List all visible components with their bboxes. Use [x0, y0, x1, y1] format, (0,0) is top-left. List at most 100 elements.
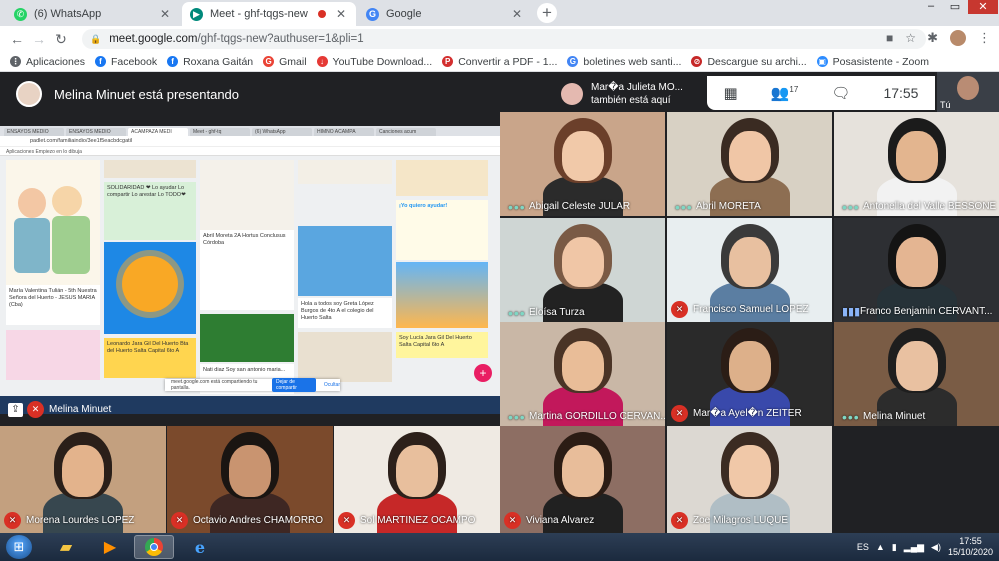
extensions-icon[interactable]: ✱ [927, 30, 938, 46]
padlet-card [6, 330, 100, 380]
tab-google[interactable]: G Google ✕ [358, 2, 532, 26]
forward-icon[interactable]: → [28, 31, 50, 47]
system-clock[interactable]: 17:55 15/10/2020 [948, 536, 993, 558]
participant-tile[interactable]: ••• Martina GORDILLO CERVAN... [500, 322, 665, 426]
bookmark-item[interactable]: P Convertir a PDF - 1... [442, 56, 557, 68]
minimize-button[interactable]: – [920, 0, 942, 14]
back-icon[interactable]: ← [6, 31, 28, 47]
participant-tile[interactable]: ••• Abigail Celeste JULAR [500, 112, 665, 216]
card-text: María Valentina Tulián - 5th Nuestra Señ… [9, 288, 97, 308]
mic-off-icon: ✕ [504, 512, 521, 529]
bookmark-item[interactable]: ▣ Posasistente - Zoom [816, 56, 929, 68]
video-face [895, 236, 938, 287]
self-view-tile[interactable]: Tú [937, 72, 999, 112]
more-options-icon[interactable]: ••• [508, 200, 525, 214]
participant-label: ••• Martina GORDILLO CERVAN... [500, 410, 665, 424]
maximize-button[interactable]: ▭ [944, 0, 966, 14]
tray-arrow-icon[interactable]: ▲ [876, 542, 885, 552]
network-icon[interactable]: ▮ [892, 542, 897, 553]
add-post-button[interactable]: + [474, 364, 492, 382]
start-button[interactable]: ⊞ [6, 535, 32, 559]
menu-icon[interactable]: ⋮ [978, 30, 991, 46]
bookmark-item[interactable]: f Facebook [94, 56, 157, 68]
padlet-board: María Valentina Tulián - 5th Nuestra Señ… [0, 156, 500, 396]
participant-tile[interactable]: ✕ Francisco Samuel LOPEZ [667, 218, 832, 322]
participant-tile[interactable]: ✕ Morena Lourdes LOPEZ [0, 426, 166, 533]
meet-call: Melina Minuet está presentando Mar�a Jul… [0, 72, 999, 533]
padlet-card [298, 226, 392, 296]
bookmark-label: Descargue su archi... [707, 55, 807, 68]
close-tab-icon[interactable]: ✕ [510, 7, 524, 21]
participant-label: ✕ Zoe Milagros LUQUE [667, 512, 788, 529]
shared-url: padlet.com/familiaindio/3ee1f5eacbdcgati… [0, 136, 500, 147]
presenting-banner: Melina Minuet está presentando [0, 72, 555, 116]
mic-off-icon: ✕ [4, 512, 21, 529]
window-close-button[interactable]: ✕ [968, 0, 998, 14]
close-tab-icon[interactable]: ✕ [334, 7, 348, 21]
stop-sharing-button[interactable]: Dejar de compartir [272, 378, 316, 392]
more-options-icon[interactable]: ••• [842, 200, 859, 214]
grid-layout-icon[interactable]: ▦ [724, 84, 738, 102]
chrome-icon[interactable] [134, 535, 174, 559]
profile-avatar[interactable] [950, 30, 966, 46]
padlet-card: Leonardo Jara Gil Del Huerto Bta del Hue… [104, 338, 196, 378]
bookmark-item[interactable]: f Roxana Gaitán [167, 56, 253, 68]
tab-meet[interactable]: ▶ Meet - ghf-tqgs-new ✕ [182, 2, 356, 26]
more-options-icon[interactable]: ••• [508, 306, 525, 320]
facebook-icon: f [167, 56, 179, 67]
participant-label: ✕ Octavio Andres CHAMORRO [167, 512, 323, 529]
reload-icon[interactable]: ↻ [50, 31, 72, 48]
bookmark-label: Aplicaciones [26, 55, 85, 68]
participant-label: ✕ Francisco Samuel LOPEZ [667, 301, 809, 318]
google-icon: G [263, 56, 275, 67]
participant-tile[interactable]: ✕ Sol MARTINEZ OCAMPO [334, 426, 500, 533]
address-bar[interactable]: 🔒 meet.google.com/ghf-tqgs-new?authuser=… [82, 29, 926, 49]
bookmark-item[interactable]: G Gmail [263, 56, 307, 68]
file-explorer-icon[interactable]: ▰ [46, 535, 86, 559]
participant-tile[interactable]: ••• Abril MORETA [667, 112, 832, 216]
avatar [561, 83, 583, 105]
participant-tile[interactable]: ✕ Octavio Andres CHAMORRO [167, 426, 333, 533]
bookmark-item[interactable]: ↓ YouTube Download... [316, 56, 432, 68]
volume-icon[interactable]: ◀) [931, 542, 941, 553]
more-options-icon[interactable]: ••• [508, 410, 525, 424]
participant-tile[interactable]: ✕ Mar�a Ayel�n ZEITER [667, 322, 832, 426]
shared-tab: HIMNO ACAMPA [314, 128, 374, 136]
tab-strip: ✆ (6) WhatsApp ✕ ▶ Meet - ghf-tqgs-new ✕… [0, 0, 999, 26]
participant-tile[interactable]: ✕ Zoe Milagros LUQUE [667, 426, 832, 533]
block-icon: ⊘ [691, 56, 703, 67]
zoom-icon: ▣ [816, 56, 828, 67]
internet-explorer-icon[interactable]: e [180, 535, 220, 559]
media-player-icon[interactable]: ▶ [90, 535, 130, 559]
participant-tile[interactable]: ••• Antonella del Valle BESSONE [834, 112, 999, 216]
participant-tile[interactable]: ••• Eloísa Turza [500, 218, 665, 322]
participant-tile[interactable]: ••• Melina Minuet [834, 322, 999, 426]
language-indicator[interactable]: ES [857, 542, 869, 552]
bookmark-item[interactable]: Gboletines web santi... [567, 56, 681, 68]
shared-tab: ENSAYOS MEDIO [66, 128, 126, 136]
participant-label: ✕ Morena Lourdes LOPEZ [0, 512, 134, 529]
new-tab-button[interactable]: + [537, 3, 557, 23]
padlet-card [396, 262, 488, 328]
chat-icon[interactable]: 🗨 [831, 84, 850, 102]
people-button[interactable]: 👥17 [771, 84, 799, 102]
participant-tile[interactable]: ▮▮▮ Franco Benjamin CERVANT... [834, 218, 999, 322]
toast-text: meet.google.com está compartiendo tu pan… [171, 379, 258, 391]
camera-indicator-icon[interactable]: ■ [886, 31, 893, 45]
download-icon: ↓ [316, 56, 328, 67]
signal-icon[interactable]: ▂▄▆ [904, 542, 924, 553]
bookmark-item[interactable]: ⋮ Aplicaciones [10, 56, 85, 68]
mic-off-icon: ✕ [671, 405, 688, 422]
participant-tile[interactable]: ✕ Viviana Alvarez [500, 426, 665, 533]
close-tab-icon[interactable]: ✕ [158, 7, 172, 21]
hide-toast-button[interactable]: Ocultar [324, 382, 340, 388]
bookmark-item[interactable]: ⊘ Descargue su archi... [691, 55, 807, 68]
participant-name: Antonella del Valle BESSONE [863, 201, 997, 212]
card-text: Nati diaz Soy san antonio maria... [203, 367, 286, 373]
tab-whatsapp[interactable]: ✆ (6) WhatsApp ✕ [6, 2, 180, 26]
more-options-icon[interactable]: ••• [675, 200, 692, 214]
bookmark-star-icon[interactable]: ☆ [905, 31, 916, 45]
participant-count: 17 [789, 85, 799, 94]
clock-time: 17:55 [959, 536, 982, 546]
more-options-icon[interactable]: ••• [842, 410, 859, 424]
